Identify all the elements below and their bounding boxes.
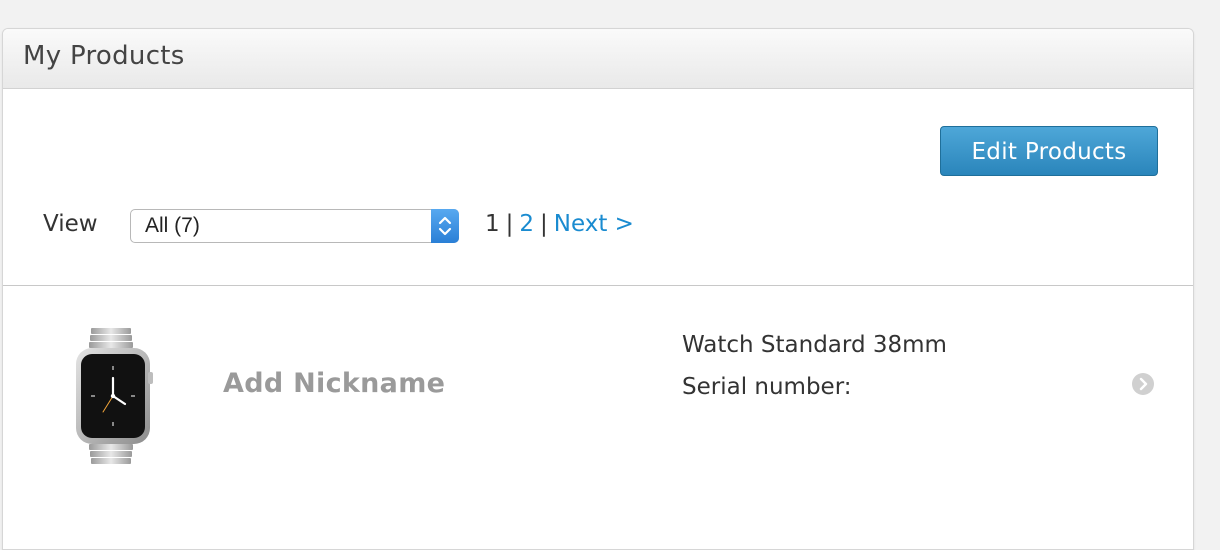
- serial-number-label: Serial number:: [682, 374, 852, 400]
- panel-header: My Products: [3, 29, 1193, 89]
- chevron-up-down-icon[interactable]: [431, 209, 459, 243]
- pagination-current-page: 1: [485, 211, 500, 237]
- pagination-next-link[interactable]: Next >: [554, 211, 634, 237]
- chevron-right-circle-icon[interactable]: [1131, 372, 1155, 396]
- product-name: Watch Standard 38mm: [682, 332, 947, 358]
- my-products-panel: My Products Edit Products View All (7) 1…: [2, 28, 1194, 550]
- view-select[interactable]: All (7): [130, 209, 459, 243]
- pagination-page-2-link[interactable]: 2: [519, 211, 534, 237]
- pagination-separator: |: [505, 211, 514, 237]
- product-row[interactable]: Add Nickname Watch Standard 38mm Serial …: [3, 286, 1193, 526]
- apple-watch-image: [73, 326, 153, 466]
- pagination-separator: |: [540, 211, 548, 237]
- add-nickname-link[interactable]: Add Nickname: [223, 368, 445, 399]
- panel-title: My Products: [23, 41, 185, 71]
- view-label: View: [43, 211, 98, 237]
- pagination: 1 | 2 | Next >: [485, 211, 634, 237]
- edit-products-button[interactable]: Edit Products: [940, 126, 1158, 176]
- view-select-value: All (7): [145, 214, 200, 237]
